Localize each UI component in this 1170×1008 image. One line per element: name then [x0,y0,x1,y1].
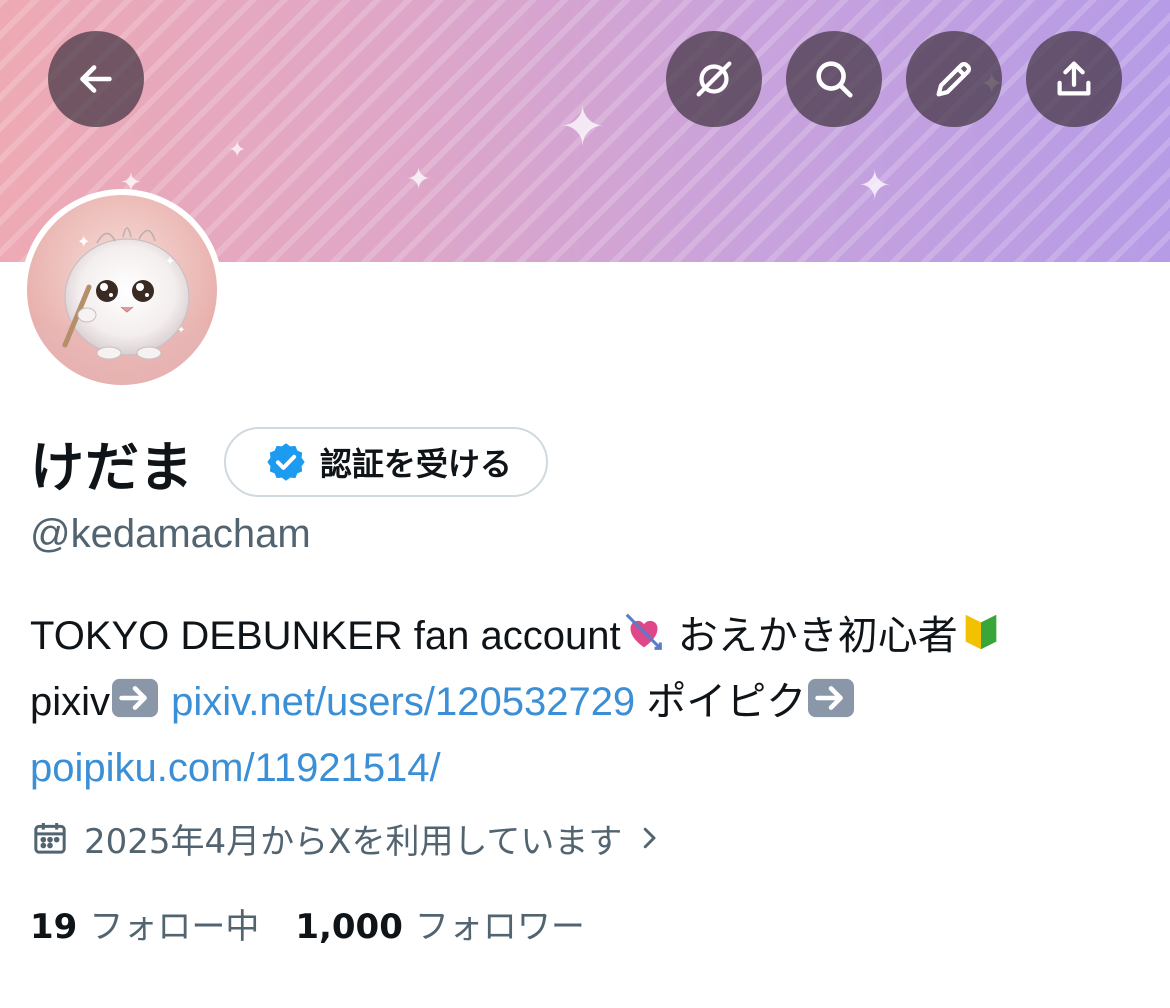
edit-button[interactable] [906,31,1002,127]
pixiv-link[interactable]: pixiv.net/users/120532729 [171,680,635,724]
share-button[interactable] [1026,31,1122,127]
beginner-mark-icon [958,609,1004,672]
followers-stat[interactable]: 1,000 フォロワー [295,899,585,948]
name-row: けだま 認証を受ける [30,420,548,504]
right-arrow-icon [806,675,856,738]
grok-button[interactable] [666,31,762,127]
get-verified-label: 認証を受ける [319,445,512,483]
search-icon [816,61,853,98]
right-arrow-icon [110,675,160,738]
calendar-icon [34,823,66,854]
bio-text: pixiv [30,680,111,724]
bio-text: おえかき初心者 [677,614,958,658]
followers-label: フォロワー [414,906,585,947]
followers-count: 1,000 [295,906,403,947]
back-button[interactable] [48,31,144,127]
bio-text: ポイピク [646,680,807,724]
share-icon [1057,61,1091,96]
grok-icon [696,61,732,97]
following-stat[interactable]: 19 フォロー中 [30,899,259,948]
get-verified-button[interactable]: 認証を受ける [223,427,548,497]
sparkle-decoration: ✦ [406,162,432,197]
chevron-right-icon [644,827,656,849]
avatar-frame[interactable]: ✦ ✦ ✦ [21,189,223,391]
search-button[interactable] [786,31,882,127]
bio-line-2: pixiv pixiv.net/users/120532729 ポイピク [30,672,1150,738]
avatar[interactable]: ✦ ✦ ✦ [27,195,217,385]
bio-line-3: poipiku.com/11921514/ [30,738,1150,798]
joined-date-row[interactable]: 2025年4月からXを利用しています [30,812,678,864]
bio-line-1: TOKYO DEBUNKER fan account おえかき初心者 [30,606,1150,672]
verified-badge-icon [267,443,305,481]
profile-bio: TOKYO DEBUNKER fan account おえかき初心者 pixiv… [30,606,1150,798]
sparkle-decoration: ✦ [228,138,247,163]
bio-text: TOKYO DEBUNKER fan account [30,614,621,658]
follow-stats: 19 フォロー中 1,000 フォロワー [30,896,585,950]
svg-text:✦: ✦ [177,325,185,336]
display-name: けだま [30,435,194,499]
joined-date-text: 2025年4月からXを利用しています [84,821,623,862]
svg-text:✦: ✦ [165,254,175,268]
following-label: フォロー中 [89,906,260,947]
following-count: 19 [30,906,78,947]
svg-text:✦: ✦ [77,232,90,251]
username-handle: @kedamacham [30,512,311,556]
sparkle-decoration: ✦ [858,163,892,209]
poipiku-link[interactable]: poipiku.com/11921514/ [30,746,441,790]
avatar-illustration: ✦ ✦ ✦ [27,227,217,385]
sparkle-decoration: ✦ [560,95,606,158]
heart-arrow-icon [621,609,667,672]
edit-icon [936,62,971,97]
arrow-left-icon [80,65,112,93]
